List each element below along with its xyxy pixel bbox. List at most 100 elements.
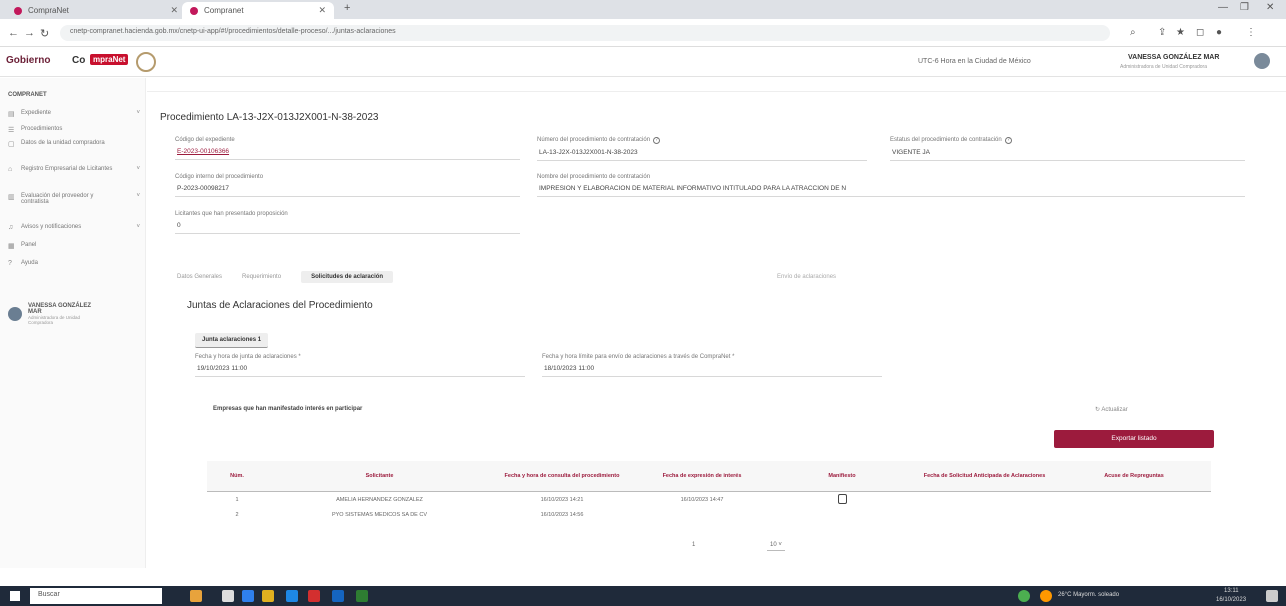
field-codigo-expediente: Código del expediente E-2023-00106366: [175, 137, 520, 160]
sidebar-item-label: Panel: [21, 242, 37, 248]
reload-icon[interactable]: ↻: [40, 27, 49, 40]
cell-solicitante: AMELIA HERNANDEZ GONZALEZ: [336, 496, 423, 503]
refresh-button[interactable]: ↻ Actualizar: [1095, 406, 1128, 413]
tab-requerimiento[interactable]: Requerimiento: [242, 274, 281, 280]
field-codigo-interno: Código interno del procedimiento P-2023-…: [175, 174, 520, 197]
column-header[interactable]: Manifiesto: [772, 461, 912, 492]
forward-icon[interactable]: →: [24, 27, 35, 39]
chrome-icon[interactable]: [1018, 590, 1030, 602]
folder-icon[interactable]: [262, 590, 274, 602]
weather-icon: [1040, 590, 1052, 602]
page-size-select[interactable]: 10 ˅: [767, 542, 785, 551]
cell-interes: [632, 508, 772, 522]
field-estatus: Estatus del procedimiento de contratació…: [890, 137, 1245, 161]
folder-icon: ▤: [8, 111, 15, 118]
new-tab-icon[interactable]: +: [344, 2, 350, 14]
browser-tab-active[interactable]: Compranet ✕: [182, 2, 334, 19]
close-tab-icon[interactable]: ✕: [318, 5, 326, 16]
sidebar-user[interactable]: VANESSA GONZÁLEZ MAR Administradora de U…: [8, 303, 100, 325]
column-header[interactable]: Fecha de expresión de interés: [632, 461, 772, 492]
sidebar-item-label: Avisos y notificaciones: [21, 224, 82, 230]
sidebar-item-registro[interactable]: ⌂ Registro Empresarial de Licitantes ˅: [8, 166, 140, 173]
pagination-page[interactable]: 1: [692, 542, 695, 548]
chart-icon: ▥: [8, 194, 15, 201]
sidebar-item-panel[interactable]: ▦ Panel: [8, 242, 140, 250]
maximize-icon[interactable]: ❐: [1240, 2, 1249, 13]
sidebar-item-procedimientos[interactable]: ☰ Procedimientos: [8, 126, 140, 134]
codigo-expediente-link[interactable]: E-2023-00106366: [175, 148, 520, 160]
sidebar: COMPRANET ▤ Expediente ˅ ☰ Procedimiento…: [0, 78, 146, 568]
bookmark-icon[interactable]: ★: [1176, 27, 1185, 38]
grid-icon: ▦: [8, 243, 15, 250]
document-icon[interactable]: [837, 493, 847, 504]
sidebar-title: COMPRANET: [8, 92, 47, 98]
sidebar-item-label: Ayuda: [21, 260, 38, 266]
column-header[interactable]: Núm.: [207, 461, 267, 492]
cell-acuse: [1057, 508, 1211, 522]
gobierno-logo: Gobierno: [6, 55, 51, 66]
url-field[interactable]: cnetp-compranet.hacienda.gob.mx/cnetp-ui…: [60, 25, 1110, 41]
cell-solicitud: [912, 508, 1057, 522]
table-row: 2 PYO SISTEMAS MEDICOS SA DE CV 16/10/20…: [207, 508, 1211, 522]
app-icon[interactable]: [356, 590, 368, 602]
cell-solicitante: PYO SISTEMAS MEDICOS SA DE CV: [331, 511, 428, 518]
sidebar-user-name: VANESSA GONZÁLEZ MAR: [28, 303, 92, 315]
close-window-icon[interactable]: ✕: [1266, 2, 1274, 13]
cell-consulta: 16/10/2023 14:21: [540, 496, 584, 503]
sidebar-item-ayuda[interactable]: ? Ayuda: [8, 260, 140, 267]
windows-start-icon[interactable]: [10, 591, 20, 601]
column-header[interactable]: Fecha y hora de consulta del procedimien…: [492, 461, 632, 492]
browser-tab-compranet[interactable]: CompraNet ✕: [6, 2, 186, 19]
help-icon[interactable]: ?: [1004, 137, 1012, 144]
profile-icon[interactable]: ●: [1216, 27, 1222, 38]
clock-date[interactable]: 16/10/2023: [1216, 597, 1246, 603]
share-icon[interactable]: ⇪: [1158, 27, 1166, 38]
junta-chip[interactable]: Junta aclaraciones 1: [195, 333, 269, 348]
field-label: Código del expediente: [175, 137, 235, 143]
column-header[interactable]: Fecha de Solicitud Anticipada de Aclarac…: [912, 461, 1057, 492]
list-icon: ☰: [8, 127, 15, 134]
main-toolbar: [147, 78, 1286, 92]
avatar[interactable]: [1254, 53, 1270, 69]
tab-datos-generales[interactable]: Datos Generales: [177, 274, 222, 280]
close-tab-icon[interactable]: ✕: [170, 5, 178, 16]
compranet-logo-badge: mpraNet: [90, 54, 129, 65]
taskbar-search-input[interactable]: Buscar: [30, 588, 162, 604]
header-user-name[interactable]: VANESSA GONZÁLEZ MAR: [1128, 54, 1219, 61]
back-icon[interactable]: ←: [8, 27, 19, 39]
help-icon: ?: [8, 260, 12, 267]
notifications-icon[interactable]: [1266, 590, 1278, 602]
sidebar-item-evaluacion[interactable]: ▥ Evaluación del proveedor y contratista…: [8, 193, 140, 205]
tab-solicitudes-aclaracion[interactable]: Solicitudes de aclaración: [301, 271, 394, 283]
clock-time[interactable]: 13:11: [1224, 588, 1239, 594]
search-icon[interactable]: ⌕: [1130, 27, 1136, 38]
weather-text[interactable]: 26°C Mayorm. soleado: [1058, 592, 1119, 598]
app-icon[interactable]: [286, 590, 298, 602]
app-icon[interactable]: [332, 590, 344, 602]
app-icon[interactable]: [242, 590, 254, 602]
menu-icon[interactable]: ⋮: [1246, 27, 1256, 38]
help-icon[interactable]: ?: [653, 137, 661, 144]
sidebar-item-expediente[interactable]: ▤ Expediente ˅: [8, 110, 140, 118]
app-icon[interactable]: [190, 590, 202, 602]
table-header-row: Núm. Solicitante Fecha y hora de consult…: [207, 461, 1211, 492]
column-header[interactable]: Solicitante: [267, 461, 492, 492]
cell-interes: 16/10/2023 14:47: [680, 496, 724, 503]
export-button[interactable]: Exportar listado: [1054, 430, 1214, 448]
app-icon[interactable]: [222, 590, 234, 602]
sidebar-item-label: Datos de la unidad compradora: [21, 140, 105, 146]
sidebar-item-label: Procedimientos: [21, 126, 63, 132]
tab-envio-aclaraciones[interactable]: Envío de aclaraciones: [777, 274, 836, 280]
tab-label: Compranet: [204, 6, 244, 15]
sidebar-item-avisos[interactable]: ♫ Avisos y notificaciones ˅: [8, 224, 140, 231]
column-header[interactable]: Acuse de Repreguntas: [1057, 461, 1211, 492]
sidepanel-icon[interactable]: ◻: [1196, 27, 1204, 38]
building-icon: ⌂: [8, 166, 13, 173]
field-label: Fecha y hora de junta de aclaraciones *: [195, 354, 301, 360]
sidebar-item-datos-unidad[interactable]: ▢ Datos de la unidad compradora: [8, 140, 118, 148]
empresas-table: Núm. Solicitante Fecha y hora de consult…: [207, 461, 1211, 522]
chevron-down-icon: ˅: [136, 166, 140, 172]
app-icon[interactable]: [308, 590, 320, 602]
field-licitantes: Licitantes que han presentado proposició…: [175, 211, 520, 234]
minimize-icon[interactable]: —: [1218, 2, 1228, 13]
